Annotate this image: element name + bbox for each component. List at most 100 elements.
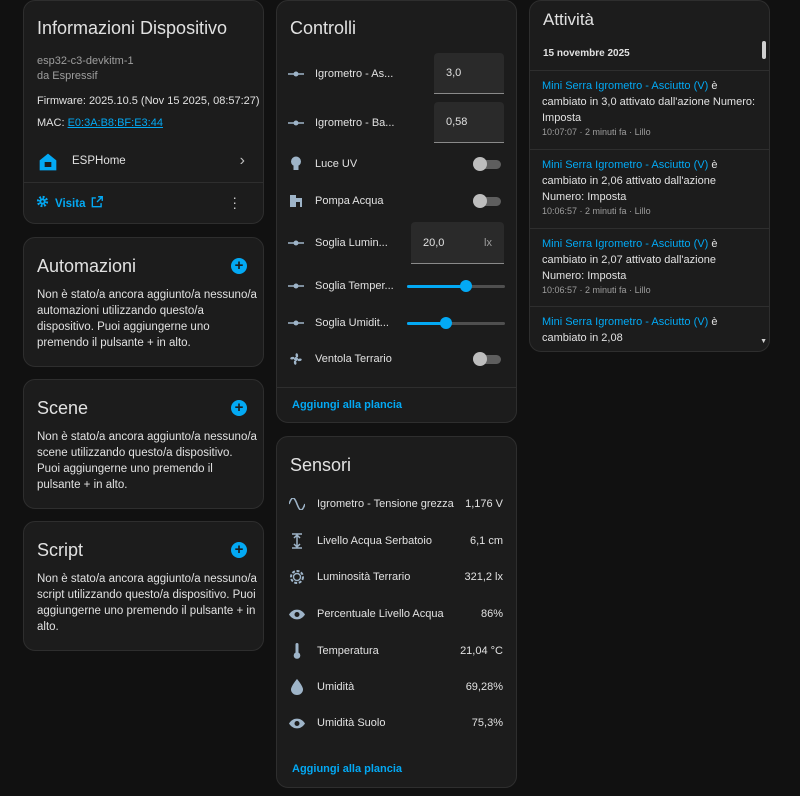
ray-vertex-icon (277, 118, 315, 128)
sensor-label: Temperatura (317, 645, 379, 657)
sensor-row[interactable]: Umidità Suolo 75,3% (277, 705, 516, 741)
device-manufacturer: da Espressif (37, 70, 98, 82)
number-input-unit[interactable]: 20,0 lx (411, 222, 504, 264)
more-menu-icon[interactable]: · · · (232, 190, 237, 214)
entity-link[interactable]: Mini Serra Igrometro - Asciutto (V) (542, 159, 708, 171)
sensor-row[interactable]: Luminosità Terrario 321,2 lx (277, 559, 516, 595)
gear-icon (35, 194, 50, 214)
sine-wave-icon (277, 498, 317, 510)
sensor-row[interactable]: Igrometro - Tensione grezza 1,176 V (277, 486, 516, 522)
sensors-card: Sensori Igrometro - Tensione grezza 1,17… (276, 436, 517, 788)
integration-row[interactable]: ESPHome › (24, 143, 263, 181)
fan-icon (277, 351, 315, 367)
automations-empty-text: Non è stato/a ancora aggiunto/a nessuno/… (37, 289, 257, 349)
unit-label: lx (484, 236, 492, 249)
number-input[interactable]: 0,58 (434, 102, 504, 143)
sensor-row[interactable]: Umidità 69,28% (277, 669, 516, 705)
control-label: Pompa Acqua (315, 195, 384, 207)
control-label: Soglia Lumin... (315, 237, 388, 249)
water-percent-icon (277, 679, 317, 695)
controls-title: Controlli (290, 18, 357, 38)
device-model: esp32-c3-devkitm-1 (37, 55, 134, 67)
water-pump-toggle[interactable] (473, 194, 501, 208)
sensors-title: Sensori (290, 455, 352, 475)
mac-label: MAC: (37, 117, 65, 129)
ray-vertex-icon (277, 318, 315, 328)
sensor-label: Percentuale Livello Acqua (317, 608, 444, 620)
sensor-value: 86% (480, 608, 503, 620)
number-input[interactable]: 3,0 (434, 53, 504, 94)
add-to-dashboard-button[interactable]: Aggiungi alla plancia (292, 763, 402, 775)
lightbulb-icon (277, 156, 315, 172)
chevron-right-icon: › (239, 152, 245, 169)
device-info-card: Informazioni Dispositivo esp32-c3-devkit… (23, 0, 264, 224)
sensor-label: Livello Acqua Serbatoio (317, 535, 432, 547)
control-label: Ventola Terrario (315, 353, 392, 365)
activity-scroll-area[interactable]: 15 novembre 2025 Mini Serra Igrometro - … (530, 37, 769, 351)
sensor-row[interactable]: Livello Acqua Serbatoio 6,1 cm (277, 523, 516, 559)
activity-title: Attività (543, 10, 595, 29)
scenes-empty-text: Non è stato/a ancora aggiunto/a nessuno/… (37, 431, 257, 491)
eye-icon (277, 718, 317, 729)
entity-link[interactable]: Mini Serra Igrometro - Asciutto (V) (542, 80, 708, 92)
eye-icon (277, 609, 317, 620)
control-label: Luce UV (315, 158, 358, 170)
control-label: Soglia Umidit... (315, 317, 389, 329)
scripts-title: Script (37, 540, 84, 560)
sensor-value: 1,176 V (465, 498, 503, 510)
activity-card: Attività 15 novembre 2025 Mini Serra Igr… (529, 0, 770, 352)
uv-light-toggle[interactable] (473, 157, 501, 171)
activity-date: 15 novembre 2025 (543, 48, 630, 59)
activity-entry: Mini Serra Igrometro - Asciutto (V) è cam… (530, 306, 769, 351)
sensor-value: 21,04 °C (460, 645, 503, 657)
brightness-icon (277, 569, 317, 585)
sensor-value: 321,2 lx (464, 571, 503, 583)
entity-link[interactable]: Mini Serra Igrometro - Asciutto (V) (542, 238, 708, 250)
thermometer-icon (277, 643, 317, 659)
open-external-icon (90, 195, 104, 214)
activity-entry: Mini Serra Igrometro - Asciutto (V) è cam… (530, 149, 769, 229)
scroll-down-arrow[interactable]: ▼ (760, 338, 767, 345)
automations-title: Automazioni (37, 256, 137, 276)
device-firmware: Firmware: 2025.10.5 (Nov 15 2025, 08:57:… (37, 95, 260, 107)
activity-entry: Mini Serra Igrometro - Asciutto (V) è cam… (530, 70, 769, 150)
visit-label: Visita (55, 198, 86, 210)
water-pump-icon (277, 193, 315, 209)
scenes-card: Scene + Non è stato/a ancora aggiunto/a … (23, 379, 264, 509)
integration-name: ESPHome (72, 155, 126, 167)
add-to-dashboard-button[interactable]: Aggiungi alla plancia (292, 399, 402, 411)
esphome-icon (38, 152, 58, 177)
ray-vertex-icon (277, 238, 315, 248)
sensor-value: 6,1 cm (469, 535, 503, 547)
control-label: Soglia Temper... (315, 280, 394, 292)
mac-link[interactable]: E0:3A:B8:BF:E3:44 (68, 117, 163, 129)
ray-vertex-icon (277, 69, 315, 79)
activity-entry: Mini Serra Igrometro - Asciutto (V) è cam… (530, 228, 769, 308)
visit-button[interactable]: Visita (35, 194, 104, 214)
scripts-card: Script + Non è stato/a ancora aggiunto/a… (23, 521, 264, 651)
add-script-button[interactable]: + (231, 542, 247, 558)
sensor-row[interactable]: Temperatura 21,04 °C (277, 633, 516, 669)
sensor-value: 75,3% (471, 717, 503, 729)
scrollbar[interactable] (762, 41, 766, 59)
sensor-row[interactable]: Percentuale Livello Acqua 86% (277, 596, 516, 632)
temperature-threshold-slider[interactable] (407, 279, 505, 293)
device-mac: MAC: E0:3A:B8:BF:E3:44 (37, 117, 163, 129)
fan-toggle[interactable] (473, 352, 501, 366)
device-info-title: Informazioni Dispositivo (37, 18, 228, 38)
sensor-label: Igrometro - Tensione grezza (317, 498, 454, 510)
sensor-label: Umidità Suolo (317, 717, 386, 729)
add-scene-button[interactable]: + (231, 400, 247, 416)
scenes-title: Scene (37, 398, 89, 418)
scripts-empty-text: Non è stato/a ancora aggiunto/a nessuno/… (37, 573, 257, 633)
controls-card: Controlli Igrometro - As... 3,0 Igrometr… (276, 0, 517, 423)
control-label: Igrometro - As... (315, 68, 394, 80)
add-automation-button[interactable]: + (231, 258, 247, 274)
automations-card: Automazioni + Non è stato/a ancora aggiu… (23, 237, 264, 367)
sensor-value: 69,28% (465, 681, 503, 693)
humidity-threshold-slider[interactable] (407, 316, 505, 330)
sensor-label: Umidità (317, 681, 355, 693)
control-label: Igrometro - Ba... (315, 117, 395, 129)
entity-link[interactable]: Mini Serra Igrometro - Asciutto (V) (542, 316, 708, 328)
arrow-expand-vertical-icon (277, 533, 317, 549)
